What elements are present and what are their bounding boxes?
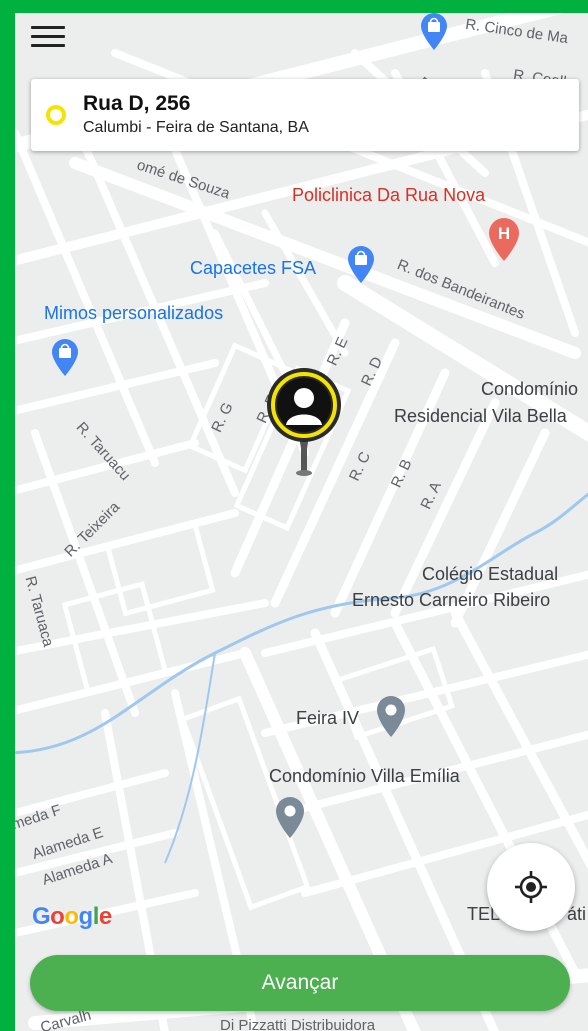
hospital-pin-icon[interactable]: H — [487, 216, 521, 262]
hamburger-menu-icon-bar — [31, 43, 65, 47]
menu-button[interactable] — [31, 21, 69, 51]
hamburger-menu-icon-bar — [31, 34, 65, 38]
address-subtitle: Calumbi - Feira de Santana, BA — [83, 119, 309, 136]
google-logo-letter: g — [78, 903, 94, 930]
advance-button[interactable]: Avançar — [30, 955, 570, 1011]
place-pin-icon[interactable] — [274, 795, 306, 839]
address-title: Rua D, 256 — [83, 92, 191, 115]
google-logo-letter: e — [98, 903, 112, 930]
address-text: Rua D, 256 Calumbi - Feira de Santana, B… — [83, 92, 309, 138]
origin-dot-icon — [46, 105, 66, 125]
crosshair-locate-icon — [515, 871, 547, 903]
hamburger-menu-icon — [31, 25, 65, 29]
user-location-pin-icon[interactable] — [264, 367, 344, 477]
shopping-bag-pin-icon[interactable] — [50, 337, 80, 377]
google-logo-letter: o — [64, 903, 79, 930]
google-logo-letter: G — [32, 903, 51, 930]
place-pin-icon[interactable] — [375, 694, 407, 738]
google-logo: Google — [32, 903, 112, 931]
map-frame: R. Cinco de Ma R. Coelho R. da Canoa omé… — [15, 13, 588, 1031]
my-location-button[interactable] — [487, 843, 575, 931]
svg-text:H: H — [498, 224, 510, 243]
address-card[interactable]: Rua D, 256 Calumbi - Feira de Santana, B… — [31, 79, 579, 151]
shopping-bag-pin-icon[interactable] — [419, 13, 449, 51]
shopping-bag-pin-icon[interactable] — [346, 244, 376, 284]
google-logo-letter: o — [50, 903, 65, 930]
